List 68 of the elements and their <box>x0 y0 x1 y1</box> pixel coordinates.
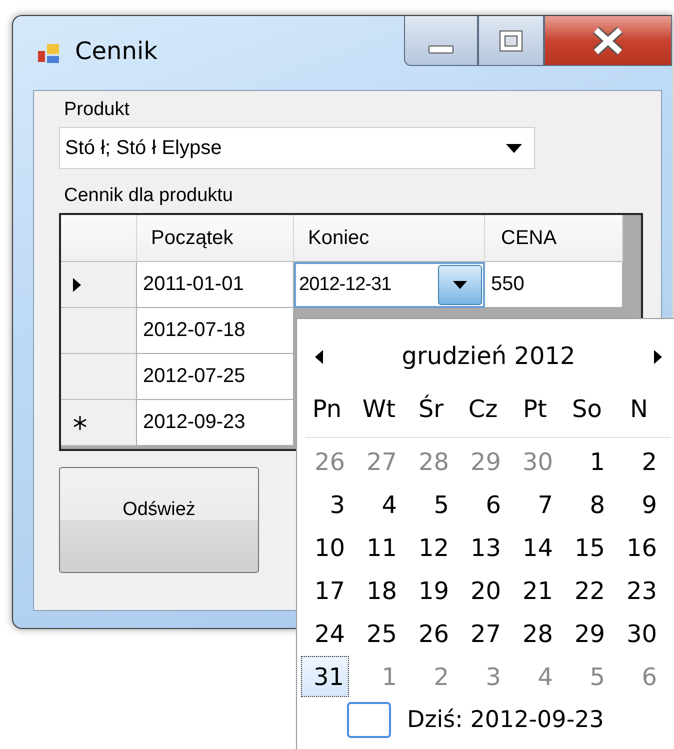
calendar-day[interactable]: 29 <box>561 613 613 654</box>
calendar-day[interactable]: 16 <box>613 527 665 568</box>
calendar-day[interactable]: 5 <box>405 484 457 525</box>
weekday-label: So <box>571 395 603 425</box>
app-icon <box>37 42 61 66</box>
window-title: Cennik <box>75 37 158 65</box>
date-field[interactable]: 2012-12-31 <box>297 274 438 296</box>
calendar-day[interactable]: 6 <box>457 484 509 525</box>
weekday-label: Wt <box>361 395 397 425</box>
calendar-day[interactable]: 26 <box>405 613 457 654</box>
calendar-day[interactable]: 11 <box>353 527 405 568</box>
calendar-day[interactable]: 1 <box>561 441 613 482</box>
calendar-day[interactable]: 2 <box>613 441 665 482</box>
calendar-day[interactable]: 21 <box>509 570 561 611</box>
calendar-day[interactable]: 17 <box>301 570 353 611</box>
weekday-label: Pt <box>522 395 548 425</box>
table-cell[interactable]: 2012-07-18 <box>137 308 294 354</box>
date-picker[interactable]: 2012-12-31 <box>294 262 485 308</box>
calendar-day[interactable]: 7 <box>509 484 561 525</box>
maximize-button[interactable] <box>478 16 544 66</box>
product-dropdown[interactable]: Stó ł; Stó ł Elypse <box>59 127 535 169</box>
column-header[interactable]: Początek <box>137 215 294 262</box>
calendar-day[interactable]: 12 <box>405 527 457 568</box>
close-button[interactable] <box>544 16 672 66</box>
today-link[interactable]: Dziś: 2012-09-23 <box>407 707 604 733</box>
column-header[interactable]: CENA <box>485 215 623 262</box>
column-header[interactable]: Koniec <box>294 215 485 262</box>
dropdown-button[interactable] <box>438 265 482 305</box>
today-marker-icon <box>347 702 391 738</box>
table-cell[interactable]: 2012-09-23 <box>137 400 294 446</box>
calendar-day[interactable]: 31 <box>301 656 349 697</box>
table-cell[interactable]: 2011-01-01 <box>137 262 294 308</box>
calendar-day[interactable]: 13 <box>457 527 509 568</box>
calendar-day[interactable]: 20 <box>457 570 509 611</box>
month-title[interactable]: grudzień 2012 <box>323 342 654 372</box>
calendar-day[interactable]: 15 <box>561 527 613 568</box>
calendar-day[interactable]: 28 <box>509 613 561 654</box>
calendar-day[interactable]: 25 <box>353 613 405 654</box>
refresh-button[interactable]: Odśwież <box>59 467 259 573</box>
calendar-day[interactable]: 10 <box>301 527 353 568</box>
weekday-label: Śr <box>417 395 445 425</box>
calendar-day[interactable]: 27 <box>457 613 509 654</box>
weekday-label: N <box>629 395 649 425</box>
weekday-label: Pn <box>311 395 343 425</box>
previous-month-button[interactable] <box>315 350 323 364</box>
next-month-button[interactable] <box>654 350 662 364</box>
calendar-day[interactable]: 18 <box>353 570 405 611</box>
calendar-day[interactable]: 30 <box>613 613 665 654</box>
caret-icon <box>453 281 467 289</box>
weekday-label: Cz <box>467 395 499 425</box>
calendar-day[interactable]: 9 <box>613 484 665 525</box>
grid-label: Cennik dla produktu <box>64 185 233 207</box>
calendar-day[interactable]: 4 <box>353 484 405 525</box>
caret-icon <box>506 144 522 152</box>
calendar-day[interactable]: 3 <box>301 484 353 525</box>
calendar-day[interactable]: 19 <box>405 570 457 611</box>
calendar-day[interactable]: 23 <box>613 570 665 611</box>
right-arrow-icon <box>654 350 662 364</box>
table-cell[interactable]: 550 <box>485 262 623 308</box>
product-label: Produkt <box>64 99 130 121</box>
calendar-day[interactable]: 24 <box>301 613 353 654</box>
calendar-day[interactable]: 8 <box>561 484 613 525</box>
minimize-button[interactable] <box>404 16 478 66</box>
calendar-day[interactable]: 14 <box>509 527 561 568</box>
calendar-day[interactable]: 22 <box>561 570 613 611</box>
left-arrow-icon <box>315 350 323 364</box>
table-cell[interactable]: 2012-07-25 <box>137 354 294 400</box>
minimize-icon <box>426 42 456 54</box>
